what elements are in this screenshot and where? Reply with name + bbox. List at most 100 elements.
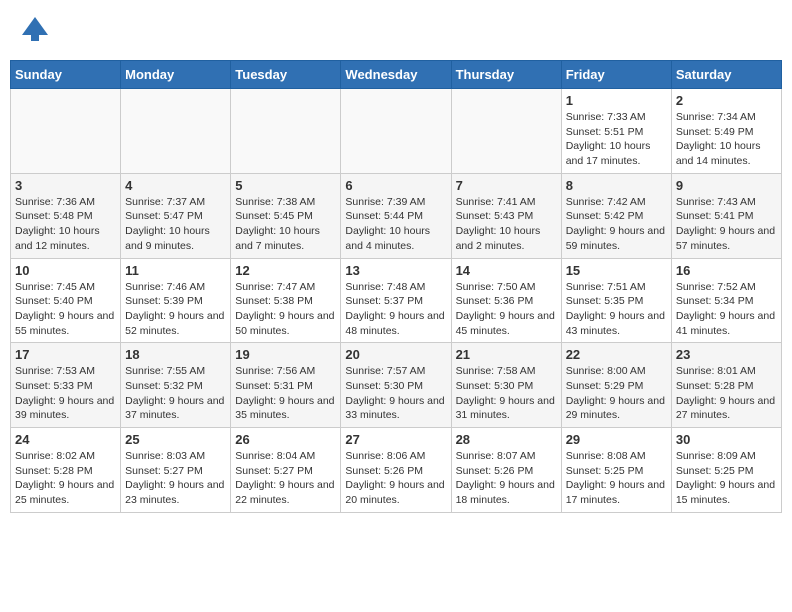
- sunrise-text: Sunrise: 7:55 AM: [125, 365, 205, 377]
- calendar-day-cell: 22Sunrise: 8:00 AMSunset: 5:29 PMDayligh…: [561, 343, 671, 428]
- day-of-week-header: Monday: [121, 61, 231, 89]
- daylight-text: Daylight: 9 hours and 55 minutes.: [15, 310, 114, 337]
- sunrise-text: Sunrise: 7:36 AM: [15, 196, 95, 208]
- sunrise-text: Sunrise: 7:34 AM: [676, 111, 756, 123]
- day-info: Sunrise: 7:43 AMSunset: 5:41 PMDaylight:…: [676, 195, 777, 254]
- sunset-text: Sunset: 5:39 PM: [125, 295, 203, 307]
- day-info: Sunrise: 7:58 AMSunset: 5:30 PMDaylight:…: [456, 364, 557, 423]
- day-of-week-header: Friday: [561, 61, 671, 89]
- day-number: 18: [125, 347, 226, 362]
- calendar-table: SundayMondayTuesdayWednesdayThursdayFrid…: [10, 60, 782, 513]
- sunrise-text: Sunrise: 7:51 AM: [566, 281, 646, 293]
- calendar-day-cell: 10Sunrise: 7:45 AMSunset: 5:40 PMDayligh…: [11, 258, 121, 343]
- day-info: Sunrise: 8:07 AMSunset: 5:26 PMDaylight:…: [456, 449, 557, 508]
- daylight-text: Daylight: 10 hours and 9 minutes.: [125, 225, 210, 252]
- sunset-text: Sunset: 5:51 PM: [566, 126, 644, 138]
- sunrise-text: Sunrise: 7:57 AM: [345, 365, 425, 377]
- calendar-header-row: SundayMondayTuesdayWednesdayThursdayFrid…: [11, 61, 782, 89]
- daylight-text: Daylight: 9 hours and 57 minutes.: [676, 225, 775, 252]
- sunrise-text: Sunrise: 8:04 AM: [235, 450, 315, 462]
- sunset-text: Sunset: 5:36 PM: [456, 295, 534, 307]
- calendar-day-cell: [451, 89, 561, 174]
- calendar-day-cell: 12Sunrise: 7:47 AMSunset: 5:38 PMDayligh…: [231, 258, 341, 343]
- sunset-text: Sunset: 5:28 PM: [676, 380, 754, 392]
- day-number: 22: [566, 347, 667, 362]
- day-number: 25: [125, 432, 226, 447]
- day-of-week-header: Sunday: [11, 61, 121, 89]
- calendar-day-cell: 13 Sunrise: 7:48 AMSunset: 5:37 PMDayligh…: [341, 258, 451, 343]
- day-number: 28: [456, 432, 557, 447]
- sunrise-text: Sunrise: 7:52 AM: [676, 281, 756, 293]
- calendar-day-cell: 29 Sunrise: 8:08 AMSunset: 5:25 PMDayligh…: [561, 428, 671, 513]
- sunset-text: Sunset: 5:26 PM: [345, 465, 423, 477]
- sunrise-text: Sunrise: 8:02 AM: [15, 450, 95, 462]
- daylight-text: Daylight: 9 hours and 35 minutes.: [235, 395, 334, 422]
- day-number: 24: [15, 432, 116, 447]
- logo: [20, 15, 54, 45]
- sunrise-text: Sunrise: 8:00 AM: [566, 365, 646, 377]
- sunset-text: Sunset: 5:29 PM: [566, 380, 644, 392]
- logo-icon: [20, 15, 50, 45]
- day-number: 15: [566, 263, 667, 278]
- sunset-text: Sunset: 5:34 PM: [676, 295, 754, 307]
- day-info: Sunrise: 8:04 AM Sunset: 5:27 PM Daylight:…: [235, 449, 336, 508]
- sunrise-text: Sunrise: 8:07 AM: [456, 450, 536, 462]
- daylight-text: Daylight: 9 hours and 27 minutes.: [676, 395, 775, 422]
- daylight-text: Daylight: 9 hours and 50 minutes.: [235, 310, 334, 337]
- day-number: 14: [456, 263, 557, 278]
- sunrise-text: Sunrise: 7:38 AM: [235, 196, 315, 208]
- daylight-text: Daylight: 9 hours and 15 minutes.: [676, 479, 775, 506]
- daylight-text: Daylight: 9 hours and 23 minutes.: [125, 479, 224, 506]
- daylight-text: Daylight: 9 hours and 22 minutes.: [235, 479, 334, 506]
- sunset-text: Sunset: 5:38 PM: [235, 295, 313, 307]
- day-info: Sunrise: 7:34 AMSunset: 5:49 PMDaylight:…: [676, 110, 777, 169]
- calendar-week-row: 17Sunrise: 7:53 AMSunset: 5:33 PMDayligh…: [11, 343, 782, 428]
- calendar-day-cell: [341, 89, 451, 174]
- sunset-text: Sunset: 5:41 PM: [676, 210, 754, 222]
- daylight-text: Daylight: 10 hours and 14 minutes.: [676, 140, 761, 167]
- calendar-day-cell: 18 Sunrise: 7:55 AM Sunset: 5:32 PM Dayligh…: [121, 343, 231, 428]
- day-info: Sunrise: 7:57 AMSunset: 5:30 PMDaylight:…: [345, 364, 446, 423]
- sunset-text: Sunset: 5:37 PM: [345, 295, 423, 307]
- day-info: Sunrise: 8:08 AMSunset: 5:25 PMDaylight:…: [566, 449, 667, 508]
- day-info: Sunrise: 7:51 AMSunset: 5:35 PMDaylight:…: [566, 280, 667, 339]
- day-info: Sunrise: 8:01 AMSunset: 5:28 PMDaylight:…: [676, 364, 777, 423]
- calendar-day-cell: [121, 89, 231, 174]
- day-number: 1: [566, 93, 667, 108]
- daylight-text: Daylight: 9 hours and 52 minutes.: [125, 310, 224, 337]
- day-number: 27: [345, 432, 446, 447]
- day-number: 3: [15, 178, 116, 193]
- day-number: 4: [125, 178, 226, 193]
- daylight-text: Daylight: 9 hours and 37 minutes.: [125, 395, 224, 422]
- daylight-text: Daylight: 9 hours and 43 minutes.: [566, 310, 665, 337]
- sunset-text: Sunset: 5:28 PM: [15, 465, 93, 477]
- sunset-text: Sunset: 5:27 PM: [235, 465, 313, 477]
- calendar-day-cell: 8Sunrise: 7:42 AMSunset: 5:42 PMDaylight…: [561, 173, 671, 258]
- calendar-day-cell: 11Sunrise: 7:46 AMSunset: 5:39 PMDayligh…: [121, 258, 231, 343]
- day-info: Sunrise: 8:02 AMSunset: 5:28 PMDaylight:…: [15, 449, 116, 508]
- sunrise-text: Sunrise: 7:39 AM: [345, 196, 425, 208]
- calendar-day-cell: [11, 89, 121, 174]
- day-number: 29: [566, 432, 667, 447]
- day-number: 9: [676, 178, 777, 193]
- calendar-day-cell: 30Sunrise: 8:09 AMSunset: 5:25 PMDayligh…: [671, 428, 781, 513]
- sunrise-text: Sunrise: 7:41 AM: [456, 196, 536, 208]
- daylight-text: Daylight: 9 hours and 33 minutes.: [345, 395, 444, 422]
- daylight-text: Daylight: 10 hours and 7 minutes.: [235, 225, 320, 252]
- sunrise-text: Sunrise: 7:47 AM: [235, 281, 315, 293]
- calendar-week-row: 10Sunrise: 7:45 AMSunset: 5:40 PMDayligh…: [11, 258, 782, 343]
- calendar-day-cell: 3Sunrise: 7:36 AMSunset: 5:48 PMDaylight…: [11, 173, 121, 258]
- sunrise-text: Sunrise: 7:53 AM: [15, 365, 95, 377]
- day-info: Sunrise: 7:41 AMSunset: 5:43 PMDaylight:…: [456, 195, 557, 254]
- daylight-text: Daylight: 9 hours and 18 minutes.: [456, 479, 555, 506]
- sunset-text: Sunset: 5:40 PM: [15, 295, 93, 307]
- day-number: 13: [345, 263, 446, 278]
- day-of-week-header: Saturday: [671, 61, 781, 89]
- sunset-text: Sunset: 5:48 PM: [15, 210, 93, 222]
- day-number: 5: [235, 178, 336, 193]
- calendar-day-cell: 1Sunrise: 7:33 AMSunset: 5:51 PMDaylight…: [561, 89, 671, 174]
- day-info: Sunrise: 7:36 AMSunset: 5:48 PMDaylight:…: [15, 195, 116, 254]
- sunset-text: Sunset: 5:32 PM: [125, 380, 203, 392]
- day-info: Sunrise: 7:48 AMSunset: 5:37 PMDaylight:…: [345, 280, 446, 339]
- day-number: 17: [15, 347, 116, 362]
